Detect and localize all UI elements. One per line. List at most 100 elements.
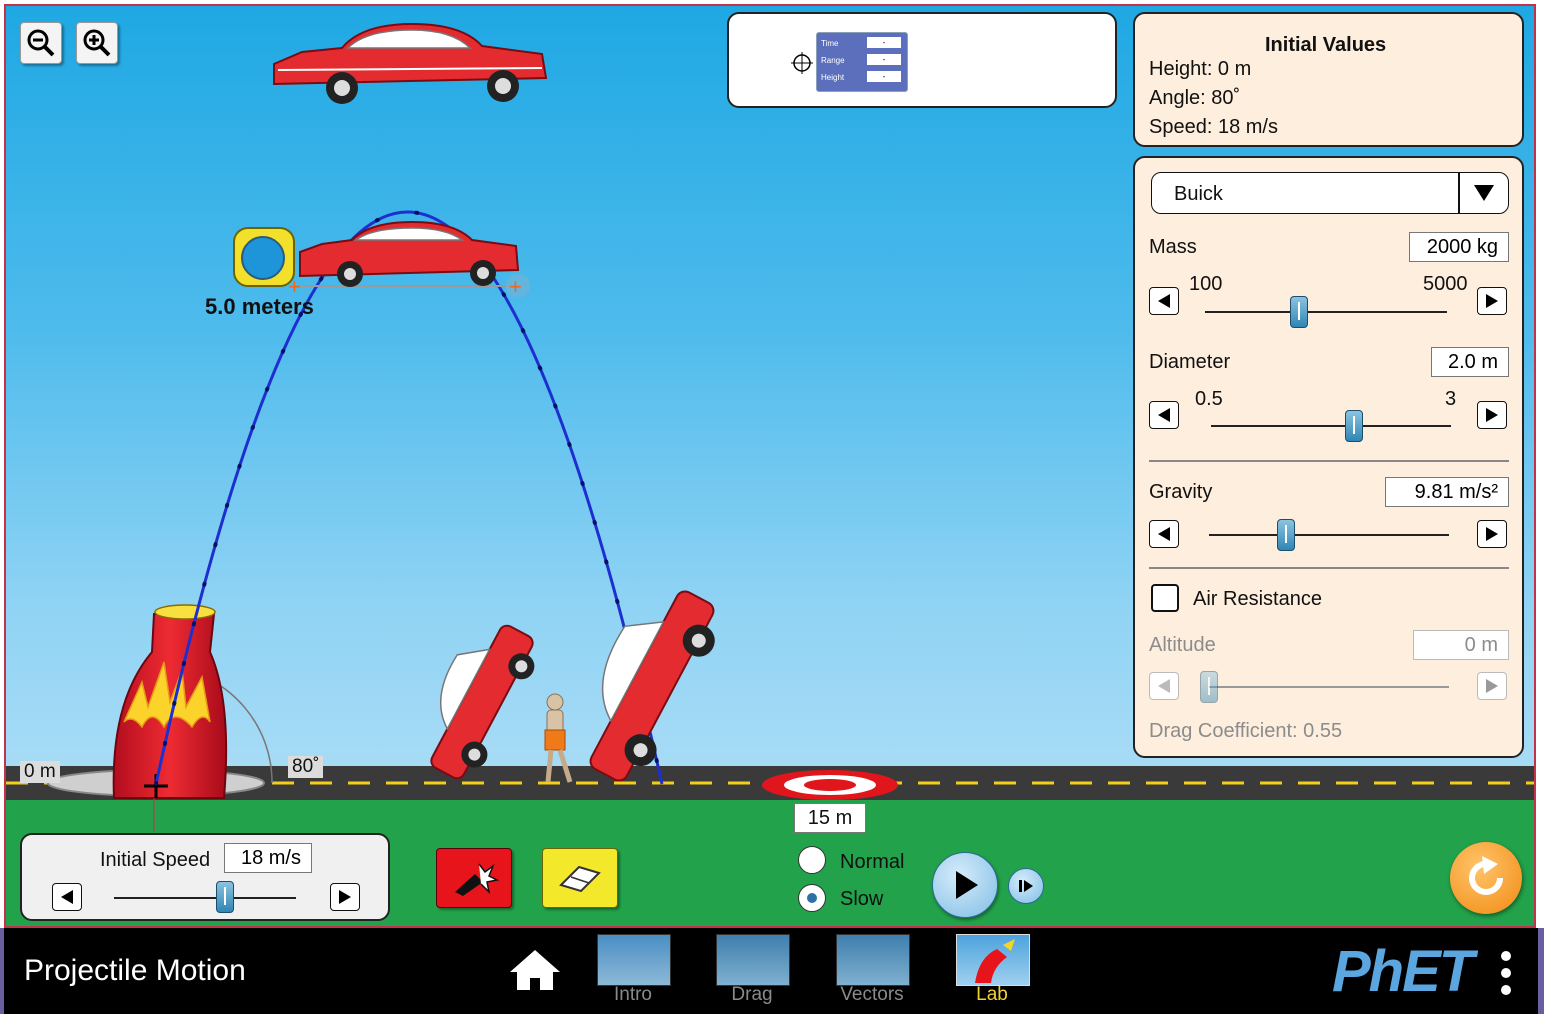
- arrow-left-icon: [61, 890, 73, 904]
- cannon[interactable]: [112, 604, 228, 799]
- reset-icon: [1469, 856, 1503, 895]
- initial-speed-panel: Initial Speed 18 m/s: [20, 833, 390, 921]
- arrow-left-icon: [1158, 527, 1170, 541]
- arrow-left-icon: [1158, 294, 1170, 308]
- reset-all-button[interactable]: [1450, 842, 1522, 914]
- mass-value[interactable]: 2000 kg: [1409, 232, 1509, 262]
- home-button[interactable]: [508, 948, 562, 992]
- cannon-fire-icon: [455, 863, 499, 896]
- arrow-right-icon: [339, 890, 351, 904]
- chevron-down-icon: [1474, 185, 1494, 201]
- nav-screen-intro[interactable]: Intro: [595, 932, 671, 1012]
- step-forward-icon: [1019, 880, 1033, 892]
- erase-button[interactable]: [542, 848, 618, 908]
- target-distance-label[interactable]: 15 m: [794, 803, 866, 833]
- time-value: -: [867, 37, 901, 48]
- diameter-slider-thumb[interactable]: [1345, 410, 1363, 442]
- arrow-right-icon: [1486, 294, 1498, 308]
- speed-decrement-button[interactable]: [52, 883, 82, 911]
- height-marker-label[interactable]: 0 m: [20, 761, 60, 783]
- intro-screen-icon: [597, 934, 671, 986]
- kebab-menu-icon: [1501, 951, 1511, 995]
- zoom-in-button[interactable]: [76, 22, 118, 64]
- initial-angle: Angle: 80˚: [1149, 87, 1241, 109]
- eraser-icon: [559, 865, 601, 893]
- arrow-right-icon: [1486, 527, 1498, 541]
- speed-slider-thumb[interactable]: [216, 881, 234, 913]
- arrow-right-icon: [1486, 679, 1498, 693]
- altitude-label: Altitude: [1149, 634, 1216, 656]
- gravity-decrement-button[interactable]: [1149, 520, 1179, 548]
- landed-car-1: [430, 624, 535, 780]
- projectile-car: [273, 22, 548, 104]
- initial-speed-label: Initial Speed: [100, 849, 211, 871]
- range-label: Range: [821, 56, 845, 65]
- zoom-in-icon: [83, 29, 111, 57]
- gravity-slider-thumb[interactable]: [1277, 519, 1295, 551]
- lab-screen-icon: [956, 934, 1030, 986]
- target[interactable]: [762, 770, 898, 800]
- projectile-selected: Buick: [1174, 183, 1223, 205]
- air-resistance-checkbox[interactable]: [1151, 584, 1179, 612]
- altitude-increment-button: [1477, 672, 1507, 700]
- normal-speed-radio[interactable]: [798, 846, 826, 874]
- play-button[interactable]: [932, 852, 998, 918]
- crosshair-icon[interactable]: [791, 52, 813, 74]
- mass-decrement-button[interactable]: [1149, 287, 1179, 315]
- initial-speed-value[interactable]: 18 m/s: [224, 843, 312, 873]
- gravity-slider-track[interactable]: [1209, 534, 1449, 536]
- speed-increment-button[interactable]: [330, 883, 360, 911]
- nav-vectors-label: Vectors: [840, 984, 904, 1005]
- zoom-out-button[interactable]: [20, 22, 62, 64]
- zoom-out-icon: [27, 29, 55, 57]
- slow-speed-radio[interactable]: [798, 884, 826, 912]
- gravity-label: Gravity: [1149, 481, 1213, 503]
- diameter-increment-button[interactable]: [1477, 401, 1507, 429]
- sim-title: Projectile Motion: [24, 954, 246, 987]
- mass-increment-button[interactable]: [1477, 287, 1507, 315]
- mass-label: Mass: [1149, 236, 1197, 258]
- slow-speed-label: Slow: [840, 888, 884, 910]
- speed-slider-track[interactable]: [114, 897, 296, 899]
- phet-logo[interactable]: PhET: [1332, 938, 1474, 1005]
- fire-button[interactable]: [436, 848, 512, 908]
- altitude-value: 0 m: [1413, 630, 1509, 660]
- radio-selected-dot: [807, 893, 817, 903]
- time-label: Time: [821, 39, 839, 48]
- home-icon: [510, 950, 560, 990]
- arrow-left-icon: [1158, 408, 1170, 422]
- reference-car: [299, 220, 520, 287]
- nav-lab-label: Lab: [976, 984, 1008, 1005]
- nav-screen-lab[interactable]: Lab: [954, 932, 1030, 1012]
- mass-slider-thumb[interactable]: [1290, 296, 1308, 328]
- gravity-value[interactable]: 9.81 m/s²: [1385, 477, 1509, 507]
- initial-values-panel: Initial Values Height: 0 m Angle: 80˚ Sp…: [1133, 12, 1524, 147]
- diameter-decrement-button[interactable]: [1149, 401, 1179, 429]
- arrow-left-icon: [1158, 679, 1170, 693]
- arrow-right-icon: [1486, 408, 1498, 422]
- drag-coefficient: Drag Coefficient: 0.55: [1149, 720, 1343, 742]
- nav-screen-vectors[interactable]: Vectors: [834, 932, 910, 1012]
- mass-slider-track[interactable]: [1205, 311, 1447, 313]
- gravity-increment-button[interactable]: [1477, 520, 1507, 548]
- diameter-value[interactable]: 2.0 m: [1431, 347, 1509, 377]
- data-probe-panel: Time - Range - Height -: [727, 12, 1117, 108]
- play-icon: [956, 871, 978, 899]
- divider: [1149, 567, 1509, 569]
- nav-intro-label: Intro: [613, 984, 653, 1005]
- tape-measure-readout: 5.0 meters: [205, 294, 314, 319]
- nav-screen-drag[interactable]: Drag: [714, 932, 790, 1012]
- simulation-area: + + 5.0 meters 0 m 80˚ 15 m Time - Range…: [4, 4, 1536, 928]
- projectile-selector[interactable]: Buick: [1151, 172, 1509, 214]
- svg-text:+: +: [509, 274, 522, 299]
- diameter-slider-track[interactable]: [1211, 425, 1451, 427]
- altitude-slider-track: [1209, 686, 1449, 688]
- step-forward-button[interactable]: [1008, 868, 1044, 904]
- data-probe-readout[interactable]: Time - Range - Height -: [816, 32, 908, 92]
- normal-speed-label: Normal: [840, 851, 905, 873]
- air-resistance-label: Air Resistance: [1193, 588, 1322, 610]
- menu-button[interactable]: [1496, 948, 1516, 998]
- angle-marker-label: 80˚: [288, 756, 324, 778]
- altitude-slider-thumb: [1200, 671, 1218, 703]
- initial-height: Height: 0 m: [1149, 58, 1252, 80]
